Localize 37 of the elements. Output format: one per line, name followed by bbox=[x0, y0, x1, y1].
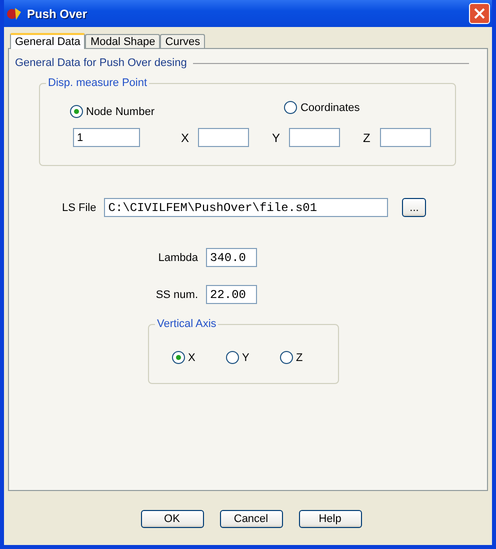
dialog-button[interactable]: Help bbox=[298, 510, 362, 528]
tab[interactable]: Curves bbox=[160, 34, 206, 48]
field-label: LS File bbox=[62, 202, 96, 214]
radio-button[interactable]: X bbox=[172, 351, 196, 364]
number-field[interactable]: 22.00 bbox=[206, 285, 257, 304]
radio-button[interactable]: Z bbox=[280, 351, 303, 364]
tab[interactable]: Modal Shape bbox=[85, 34, 160, 48]
radio-circle[interactable] bbox=[280, 351, 293, 364]
coordinate-field[interactable] bbox=[380, 128, 431, 147]
radio-circle[interactable] bbox=[172, 351, 185, 364]
number-field[interactable]: 340.0 bbox=[206, 248, 257, 267]
radio-button[interactable]: Coordinates bbox=[284, 101, 360, 114]
app-icon bbox=[6, 6, 22, 22]
section-title: General Data for Push Over desing bbox=[15, 57, 187, 69]
dialog-button[interactable]: OK bbox=[140, 510, 204, 528]
radio-circle[interactable] bbox=[70, 105, 83, 118]
window-title: Push Over bbox=[27, 6, 88, 20]
coordinate-field[interactable] bbox=[198, 128, 249, 147]
file-path-field[interactable]: C:\CIVILFEM\PushOver\file.s01 bbox=[104, 198, 388, 217]
dialog-button[interactable]: Cancel bbox=[220, 510, 282, 528]
close-button[interactable] bbox=[469, 3, 490, 24]
radio-button[interactable]: Node Number bbox=[70, 105, 154, 118]
group-title: Disp. measure Point bbox=[47, 77, 148, 89]
group-title: Vertical Axis bbox=[156, 318, 218, 330]
radio-circle[interactable] bbox=[226, 351, 239, 364]
radio-circle[interactable] bbox=[284, 101, 298, 114]
field-label: SS num. bbox=[154, 288, 199, 300]
coordinate-label: X bbox=[181, 130, 190, 144]
coordinate-label: Z bbox=[363, 130, 372, 144]
radio-button[interactable]: Y bbox=[226, 351, 250, 364]
browse-button[interactable]: ... bbox=[402, 198, 426, 217]
field-label: Lambda bbox=[157, 252, 199, 264]
coordinate-label: Y bbox=[272, 130, 282, 144]
node-number-field[interactable]: 1 bbox=[73, 128, 140, 147]
tab[interactable]: General Data bbox=[10, 33, 86, 49]
coordinate-field[interactable] bbox=[289, 128, 340, 147]
close-icon bbox=[474, 8, 485, 19]
